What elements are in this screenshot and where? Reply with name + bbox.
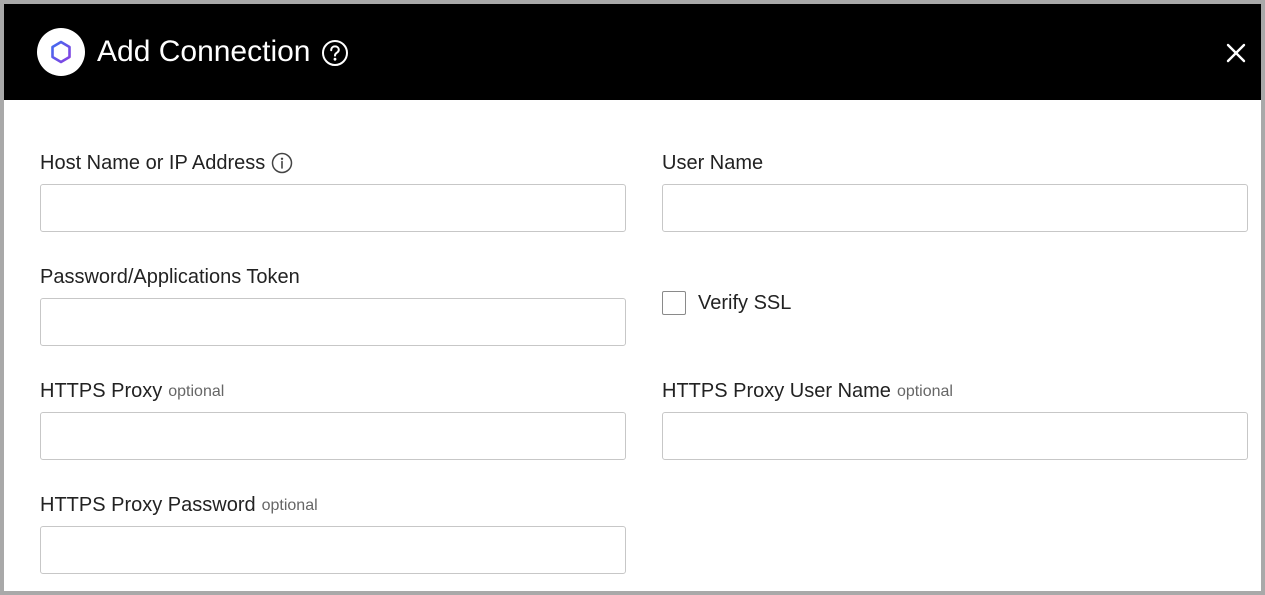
- close-icon[interactable]: [1225, 42, 1247, 64]
- host-input[interactable]: [40, 184, 626, 232]
- host-label: Host Name or IP Address: [40, 150, 293, 176]
- password-input[interactable]: [40, 298, 626, 346]
- verify-ssl-checkbox[interactable]: [662, 291, 686, 315]
- https-proxy-label-text: HTTPS Proxy: [40, 380, 163, 402]
- https-proxy-password-label: HTTPS Proxy Password optional: [40, 492, 318, 518]
- https-proxy-password-label-text: HTTPS Proxy Password: [40, 494, 256, 516]
- verify-ssl-option[interactable]: Verify SSL: [662, 290, 791, 316]
- optional-tag: optional: [261, 497, 318, 514]
- info-icon[interactable]: [271, 152, 293, 174]
- https-proxy-password-input[interactable]: [40, 526, 626, 574]
- password-label: Password/Applications Token: [40, 264, 300, 290]
- optional-tag: optional: [168, 383, 225, 400]
- https-proxy-username-label-text: HTTPS Proxy User Name: [662, 380, 891, 402]
- https-proxy-input[interactable]: [40, 412, 626, 460]
- password-label-text: Password/Applications Token: [40, 266, 300, 288]
- help-circle-icon[interactable]: [321, 39, 349, 67]
- dialog-title: Add Connection: [97, 35, 311, 68]
- verify-ssl-label: Verify SSL: [698, 291, 792, 314]
- hexagon-logo-icon: [51, 40, 71, 64]
- username-input[interactable]: [662, 184, 1248, 232]
- https-proxy-username-label: HTTPS Proxy User Name optional: [662, 378, 953, 404]
- username-label-text: User Name: [662, 152, 764, 174]
- add-connection-dialog: Add Connection Host Name or IP Address U…: [4, 4, 1261, 591]
- host-label-text: Host Name or IP Address: [40, 152, 266, 174]
- https-proxy-username-input[interactable]: [662, 412, 1248, 460]
- https-proxy-label: HTTPS Proxy optional: [40, 378, 224, 404]
- dialog-header: Add Connection: [4, 4, 1261, 100]
- optional-tag: optional: [896, 383, 953, 400]
- username-label: User Name: [662, 150, 763, 176]
- app-logo: [37, 28, 85, 76]
